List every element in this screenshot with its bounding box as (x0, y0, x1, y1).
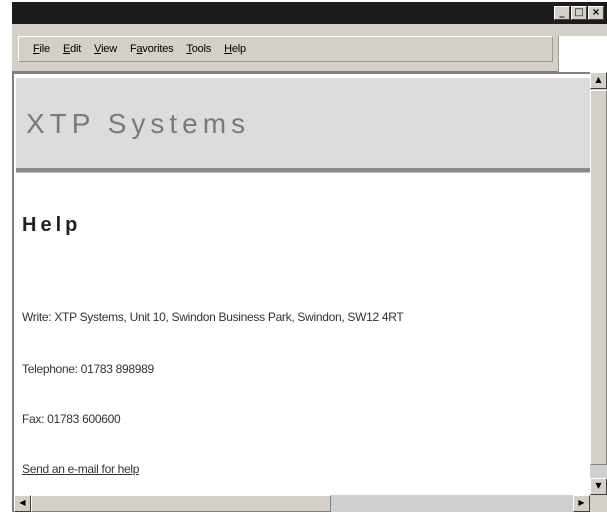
page-heading: Help (22, 214, 82, 236)
scroll-right-icon[interactable]: ▶ (573, 495, 590, 512)
menu-file[interactable]: File (33, 43, 50, 55)
menu-help-accel: H (224, 43, 232, 55)
menu-help[interactable]: Help (224, 43, 246, 55)
menu-bar: File Edit View Favorites Tools Help (12, 24, 607, 72)
vertical-scroll-thumb[interactable] (590, 90, 607, 465)
banner-divider (16, 168, 590, 173)
menu-edit[interactable]: Edit (63, 43, 81, 55)
close-button[interactable]: × (588, 6, 604, 20)
menu-view[interactable]: View (94, 43, 117, 55)
scroll-up-icon[interactable]: ▲ (590, 72, 607, 89)
menu-view-rest: iew (101, 43, 117, 55)
vertical-scrollbar[interactable]: ▲ ▼ (590, 72, 607, 495)
menu-file-rest: ile (39, 43, 51, 55)
browser-throbber (558, 36, 607, 72)
fax-number: Fax: 01783 600600 (22, 412, 121, 426)
menu-edit-accel: E (62, 43, 71, 55)
menu-favorites[interactable]: Favorites (130, 43, 174, 55)
minimize-button[interactable]: _ (554, 6, 570, 20)
menu-favorites-rest: vorites (142, 43, 174, 55)
menu-strip: File Edit View Favorites Tools Help (18, 36, 553, 62)
title-bar: _ □ × (12, 2, 607, 24)
write-address: Write: XTP Systems, Unit 10, Swindon Bus… (22, 310, 404, 324)
menu-tools-rest: ools (191, 43, 212, 55)
horizontal-scroll-thumb[interactable] (31, 495, 331, 512)
telephone-number: Telephone: 01783 898989 (22, 362, 154, 376)
menu-help-rest: elp (231, 43, 246, 55)
horizontal-scrollbar[interactable]: ◀ ▶ (12, 495, 590, 512)
maximize-button[interactable]: □ (571, 6, 587, 20)
scrollbar-corner (590, 495, 607, 512)
menu-edit-rest: dit (70, 43, 82, 55)
scroll-down-icon[interactable]: ▼ (590, 478, 607, 495)
window-controls: _ □ × (554, 6, 604, 20)
email-help-link[interactable]: Send an e-mail for help (22, 462, 139, 476)
site-title: XTP Systems (26, 108, 251, 139)
menu-tools[interactable]: Tools (186, 43, 211, 55)
page-viewport: XTP Systems Help Write: XTP Systems, Uni… (12, 72, 590, 495)
site-banner: XTP Systems (16, 78, 590, 168)
scroll-left-icon[interactable]: ◀ (14, 495, 31, 512)
